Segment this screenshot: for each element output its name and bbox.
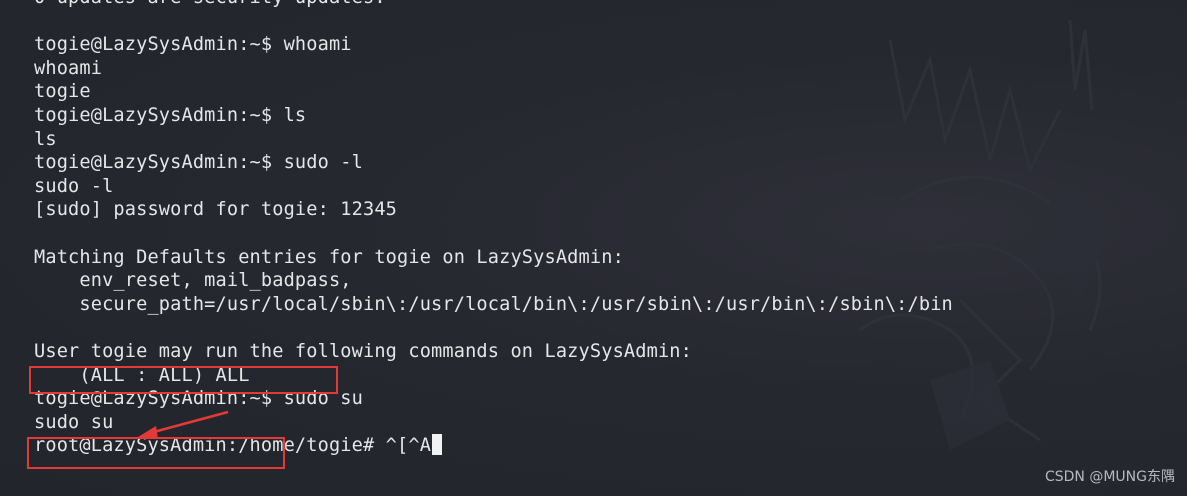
terminal-line-echo-whoami: whoami — [34, 57, 103, 79]
terminal-line-prompt-whoami: togie@LazySysAdmin:~$ whoami — [34, 34, 352, 56]
terminal-line-root-prompt[interactable]: root@LazySysAdmin:/home/togie# ^[^A — [34, 434, 1174, 458]
terminal-output[interactable]: 0 updates are security updates. togie@La… — [34, 0, 1174, 458]
terminal-line-user-may-run: User togie may run the following command… — [34, 340, 692, 362]
root-prompt-text: root@LazySysAdmin:/home/togie# ^[^A — [34, 435, 432, 457]
terminal-line-env-reset: env_reset, mail_badpass, — [34, 270, 352, 292]
terminal-line-echo-sudo-l: sudo -l — [34, 175, 114, 197]
terminal-line-output-togie: togie — [34, 81, 91, 103]
terminal-line-prompt-sudo-su: togie@LazySysAdmin:~$ sudo su — [34, 388, 363, 410]
terminal-line-echo-ls: ls — [34, 128, 57, 150]
terminal-line-sudo-password: [sudo] password for togie: 12345 — [34, 199, 398, 221]
terminal-line-all-privileges: (ALL : ALL) ALL — [34, 364, 250, 386]
terminal-line-security-updates: 0 updates are security updates. — [34, 0, 1174, 10]
csdn-watermark: CSDN @MUNG东隅 — [1044, 469, 1175, 485]
terminal-window[interactable]: 0 updates are security updates. togie@La… — [0, 0, 1187, 496]
terminal-line-echo-sudo-su: sudo su — [34, 411, 114, 433]
terminal-cursor — [432, 434, 443, 456]
terminal-line-prompt-ls: togie@LazySysAdmin:~$ ls — [34, 104, 307, 126]
terminal-line-prompt-sudo-l: togie@LazySysAdmin:~$ sudo -l — [34, 152, 363, 174]
terminal-line-matching-defaults: Matching Defaults entries for togie on L… — [34, 246, 624, 268]
terminal-line-secure-path: secure_path=/usr/local/sbin\:/usr/local/… — [34, 293, 953, 315]
